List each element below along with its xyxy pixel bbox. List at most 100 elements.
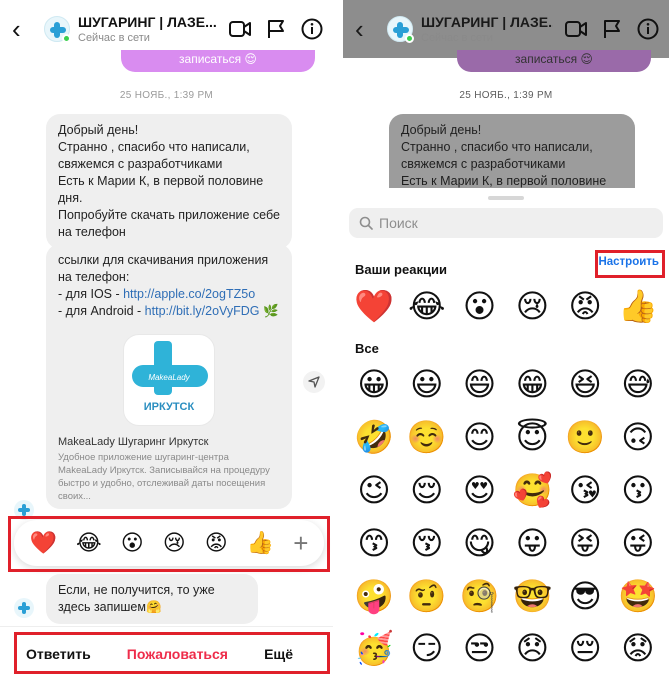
date-separator: 25 НОЯБ., 1:39 PM: [119, 90, 214, 101]
emoji[interactable]: 🤩: [617, 576, 659, 616]
emoji[interactable]: 😚: [406, 523, 448, 563]
message-line: Есть к Марии К, в первой половине дня.: [401, 174, 607, 188]
ios-link[interactable]: http://apple.co/2ogTZ5o: [123, 287, 255, 301]
header-titles: ШУГАРИНГ | ЛАЗЕ... Сейчас в сети: [421, 14, 553, 44]
emoji[interactable]: 😇: [511, 417, 553, 457]
share-icon[interactable]: [303, 371, 325, 393]
emoji[interactable]: 😋: [459, 523, 501, 563]
emoji-row: 🤣 ☺️ 😊 😇 🙂 🙃: [353, 417, 659, 457]
screenshot-root: ‹ ШУГАРИНГ | ЛАЗЕ... Сейчас в сети запис…: [0, 0, 669, 680]
emoji[interactable]: 👍: [617, 286, 659, 326]
message-line: Есть к Марии К, в первой половине дня.: [58, 174, 264, 205]
message-line: Попробуйте скачать приложение себе на те…: [58, 208, 280, 239]
outgoing-message[interactable]: записаться 😌: [121, 50, 315, 72]
emoji[interactable]: 😒: [459, 628, 501, 668]
emoji[interactable]: 🥰: [511, 470, 553, 510]
header-titles[interactable]: ШУГАРИНГ | ЛАЗЕ... Сейчас в сети: [78, 14, 217, 44]
emoji[interactable]: 😡: [564, 286, 606, 326]
emoji[interactable]: 🤓: [511, 576, 553, 616]
emoji[interactable]: 🤣: [353, 417, 395, 457]
emoji[interactable]: 😂: [406, 286, 448, 326]
link-preview-title: MakeaLady Шугаринг Иркутск: [58, 436, 209, 448]
android-label: - для Android -: [58, 304, 145, 318]
profile-avatar[interactable]: [44, 16, 71, 43]
logo-brand-text: MakeaLady: [148, 373, 190, 382]
emoji[interactable]: 😌: [406, 470, 448, 510]
emoji[interactable]: 😘: [564, 470, 606, 510]
emoji-row: 🥳 😏 😒 😞 😔 😟: [353, 628, 659, 668]
emoji[interactable]: 😃: [406, 364, 448, 404]
app-logo-image[interactable]: MakeaLady ИРКУТСК: [123, 334, 215, 426]
video-call-icon[interactable]: [227, 16, 253, 42]
android-link[interactable]: http://bit.ly/2oVyFDG: [145, 304, 260, 318]
flag-icon[interactable]: [263, 16, 289, 42]
back-arrow-icon: ‹: [355, 14, 364, 44]
emoji[interactable]: 😔: [564, 628, 606, 668]
emoji[interactable]: 😟: [617, 628, 659, 668]
emoji-row: 😀 😃 😄 😁 😆 😅: [353, 364, 659, 404]
panel-divider: [333, 0, 343, 680]
emoji[interactable]: 😜: [617, 523, 659, 563]
incoming-message-3[interactable]: Если, не получится, то уже здесь запишем…: [46, 574, 258, 624]
highlight-box-customize: [595, 250, 665, 278]
video-call-icon: [563, 16, 589, 42]
logo-city-text: ИРКУТСК: [143, 401, 195, 413]
emoji[interactable]: 😆: [564, 364, 606, 404]
left-panel: ‹ ШУГАРИНГ | ЛАЗЕ... Сейчас в сети запис…: [0, 0, 333, 680]
emoji[interactable]: 😗: [617, 470, 659, 510]
message-line: Странно , спасибо что написали, свяжемся…: [401, 140, 593, 171]
emoji[interactable]: 😉: [353, 470, 395, 510]
online-dot: [62, 34, 71, 43]
emoji[interactable]: 😀: [353, 364, 395, 404]
search-input[interactable]: Поиск: [349, 208, 663, 238]
emoji[interactable]: 😄: [459, 364, 501, 404]
emoji-row: 😙 😚 😋 😛 😝 😜: [353, 523, 659, 563]
info-icon: [635, 16, 661, 42]
chat-area[interactable]: записаться 😌 25 НОЯБ., 1:39 PM Добрый де…: [0, 50, 333, 680]
emoji[interactable]: 😞: [511, 628, 553, 668]
sender-avatar: [14, 598, 34, 618]
emoji[interactable]: 😏: [406, 628, 448, 668]
emoji[interactable]: 🧐: [459, 576, 501, 616]
message-line: Добрый день!: [58, 123, 139, 137]
back-arrow-icon[interactable]: ‹: [12, 16, 34, 42]
emoji[interactable]: 🥳: [353, 628, 395, 668]
incoming-message-2[interactable]: ссылки для скачивания приложения на теле…: [46, 244, 292, 509]
flag-icon: [599, 16, 625, 42]
online-status: Сейчас в сети: [78, 32, 150, 44]
emoji[interactable]: 😁: [511, 364, 553, 404]
emoji[interactable]: 🤪: [353, 576, 395, 616]
dimmed-chat-background: ‹ ШУГАРИНГ | ЛАЗЕ... Сейчас в сети запис…: [343, 0, 669, 188]
emoji[interactable]: ☺️: [406, 417, 448, 457]
emoji[interactable]: 😝: [564, 523, 606, 563]
emoji[interactable]: 😢: [511, 286, 553, 326]
highlight-box-reactions: [8, 516, 330, 572]
chat-title: ШУГАРИНГ | ЛАЗЕ...: [78, 14, 217, 30]
emoji[interactable]: 😊: [459, 417, 501, 457]
emoji-row: 🤪 🤨 🧐 🤓 😎 🤩: [353, 576, 659, 616]
emoji[interactable]: 🙂: [564, 417, 606, 457]
ios-line: - для IOS - http://apple.co/2ogTZ5o: [58, 286, 280, 303]
dimmed-chat-area: записаться 😌 25 НОЯБ., 1:39 PM Добрый де…: [343, 50, 669, 188]
incoming-message-1: Добрый день! Странно , спасибо что напис…: [389, 114, 635, 188]
outgoing-message: записаться 😌: [457, 50, 651, 72]
emoji[interactable]: 😙: [353, 523, 395, 563]
emoji[interactable]: 😮: [459, 286, 501, 326]
android-line: - для Android - http://bit.ly/2oVyFDG 🌿: [58, 303, 280, 320]
emoji[interactable]: ❤️: [353, 286, 395, 326]
reaction-picker-sheet: Поиск Ваши реакции Настроить ❤️ 😂 😮 😢 😡 …: [343, 188, 669, 680]
info-icon[interactable]: [299, 16, 325, 42]
profile-avatar: [387, 16, 414, 43]
emoji[interactable]: 😅: [617, 364, 659, 404]
chat-title: ШУГАРИНГ | ЛАЗЕ...: [421, 14, 553, 30]
online-status: Сейчас в сети: [421, 32, 493, 44]
sheet-grab-handle[interactable]: [488, 196, 524, 200]
incoming-message-1[interactable]: Добрый день! Странно , спасибо что напис…: [46, 114, 292, 249]
leaf-emoji: 🌿: [263, 304, 279, 318]
highlight-box-actions: [14, 632, 330, 674]
emoji[interactable]: 🙃: [617, 417, 659, 457]
emoji[interactable]: 😎: [564, 576, 606, 616]
emoji[interactable]: 🤨: [406, 576, 448, 616]
emoji[interactable]: 😍: [459, 470, 501, 510]
emoji[interactable]: 😛: [511, 523, 553, 563]
